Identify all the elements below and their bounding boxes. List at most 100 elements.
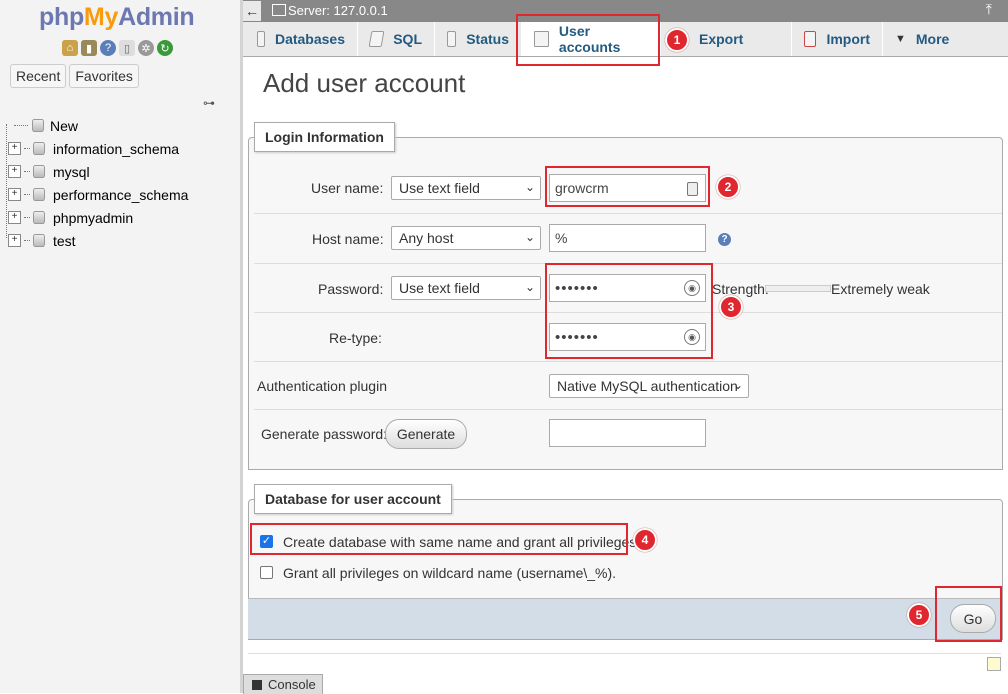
password-reveal-icon[interactable]: ◉	[684, 280, 700, 296]
server-breadcrumb-bar: ← Server: 127.0.0.1 ⤒	[243, 0, 1008, 22]
input-value: •••••••	[555, 328, 599, 346]
nav-icon-bar: ⌂ ▮ ? ▯ ✲ ↻	[62, 40, 173, 56]
create-database-label[interactable]: Create database with same name and grant…	[283, 534, 640, 550]
create-database-checkbox[interactable]: ✓	[260, 535, 273, 548]
user-name-input[interactable]: growcrm	[549, 174, 706, 202]
import-icon	[804, 31, 817, 47]
help-icon[interactable]: ?	[100, 40, 116, 56]
host-name-input[interactable]: %	[549, 224, 706, 252]
user-name-type-select[interactable]: Use text field ⌄	[391, 176, 541, 200]
server-icon	[272, 4, 286, 16]
tree-item-information-schema[interactable]: + information_schema	[8, 137, 188, 160]
link-icon[interactable]: ⊶	[203, 96, 215, 110]
host-name-label: Host name:	[312, 231, 384, 247]
reload-icon[interactable]: ↻	[157, 40, 173, 56]
annotation-badge: 3	[719, 295, 743, 319]
home-icon[interactable]: ⌂	[62, 40, 78, 56]
wildcard-privileges-label[interactable]: Grant all privileges on wildcard name (u…	[283, 565, 616, 581]
tree-item-test[interactable]: + test	[8, 229, 188, 252]
annotation-badge: 5	[907, 603, 931, 627]
select-value: Use text field	[399, 180, 480, 196]
password-input[interactable]: ••••••• ◉	[549, 274, 706, 302]
row-divider	[254, 409, 1002, 410]
tab-label: Export	[699, 31, 744, 47]
wildcard-privileges-checkbox[interactable]	[260, 566, 273, 579]
tree-branch	[24, 148, 30, 149]
chevron-down-icon: ⌄	[732, 378, 743, 392]
phpmyadmin-logo[interactable]: phpMyAdmin	[39, 3, 195, 32]
tree-item-new[interactable]: New	[8, 114, 188, 137]
nav-resizer[interactable]	[240, 0, 243, 693]
help-icon[interactable]: ?	[718, 233, 731, 246]
tab-label: Import	[826, 31, 870, 47]
tab-status[interactable]: Status	[435, 22, 522, 56]
logout-icon[interactable]: ▮	[81, 40, 97, 56]
autofill-icon[interactable]	[687, 182, 698, 196]
note-icon[interactable]	[987, 657, 1001, 671]
tree-item-mysql[interactable]: + mysql	[8, 160, 188, 183]
recent-favorites-tabs: Recent Favorites	[10, 64, 139, 88]
tab-user-accounts[interactable]: User accounts	[522, 22, 661, 56]
tree-branch	[24, 171, 30, 172]
tree-item-phpmyadmin[interactable]: + phpmyadmin	[8, 206, 188, 229]
tab-label: SQL	[393, 31, 422, 47]
generated-password-input[interactable]	[549, 419, 706, 447]
annotation-badge: 4	[633, 528, 657, 552]
password-label: Password:	[318, 281, 384, 297]
go-button[interactable]: Go	[950, 604, 996, 633]
tab-label: Status	[466, 31, 509, 47]
form-footer	[248, 598, 1001, 639]
password-type-select[interactable]: Use text field ⌄	[391, 276, 541, 300]
generate-button[interactable]: Generate	[385, 419, 467, 449]
tree-item-performance-schema[interactable]: + performance_schema	[8, 183, 188, 206]
database-tree: New + information_schema + mysql + perfo…	[8, 114, 188, 252]
server-label[interactable]: Server: 127.0.0.1	[288, 3, 388, 18]
expand-icon[interactable]: +	[8, 211, 21, 224]
docs-icon[interactable]: ▯	[119, 40, 135, 56]
expand-icon[interactable]: +	[8, 234, 21, 247]
settings-icon[interactable]: ✲	[138, 40, 154, 56]
status-icon	[447, 31, 457, 47]
user-name-label: User name:	[311, 180, 384, 196]
row-divider	[254, 312, 1002, 313]
console-toggle[interactable]: Console	[243, 674, 323, 694]
authentication-plugin-select[interactable]: Native MySQL authentication ⌄	[549, 374, 749, 398]
tree-item-label: mysql	[53, 163, 90, 180]
database-icon	[257, 31, 265, 47]
tab-databases[interactable]: Databases	[243, 22, 358, 56]
collapse-icon[interactable]: ⤒	[986, 1, 992, 18]
annotation-badge: 2	[716, 175, 740, 199]
select-value: Use text field	[399, 280, 480, 296]
generate-password-label: Generate password:	[261, 426, 388, 442]
favorites-tab[interactable]: Favorites	[69, 64, 139, 88]
select-value: Any host	[399, 230, 454, 246]
login-information-legend: Login Information	[254, 122, 395, 152]
retype-password-input[interactable]: ••••••• ◉	[549, 323, 706, 351]
tree-item-label: performance_schema	[53, 186, 189, 203]
expand-icon[interactable]: +	[8, 165, 21, 178]
chevron-down-icon: ⌄	[524, 280, 535, 294]
navigation-panel: phpMyAdmin ⌂ ▮ ? ▯ ✲ ↻ Recent Favorites …	[0, 0, 240, 693]
tab-sql[interactable]: SQL	[358, 22, 435, 56]
tree-item-label: information_schema	[53, 140, 180, 157]
tab-more[interactable]: ▼ More	[883, 22, 967, 56]
database-icon	[33, 165, 45, 178]
expand-icon[interactable]: +	[8, 188, 21, 201]
strength-value: Extremely weak	[831, 281, 930, 297]
authentication-plugin-label: Authentication plugin	[257, 378, 387, 394]
expand-icon[interactable]: +	[8, 142, 21, 155]
host-name-type-select[interactable]: Any host ⌄	[391, 226, 541, 250]
tree-branch	[24, 217, 30, 218]
tree-branch	[14, 125, 28, 126]
row-divider	[254, 361, 1002, 362]
chevron-down-icon: ⌄	[524, 230, 535, 244]
tab-import[interactable]: Import	[792, 22, 883, 56]
password-strength-meter	[765, 285, 831, 292]
annotation-badge: 1	[665, 28, 689, 52]
password-reveal-icon[interactable]: ◉	[684, 329, 700, 345]
users-icon	[534, 31, 549, 47]
recent-tab[interactable]: Recent	[10, 64, 67, 88]
back-arrow-icon[interactable]: ←	[243, 1, 261, 21]
tree-item-label: test	[53, 232, 76, 249]
select-value: Native MySQL authentication	[557, 378, 738, 394]
